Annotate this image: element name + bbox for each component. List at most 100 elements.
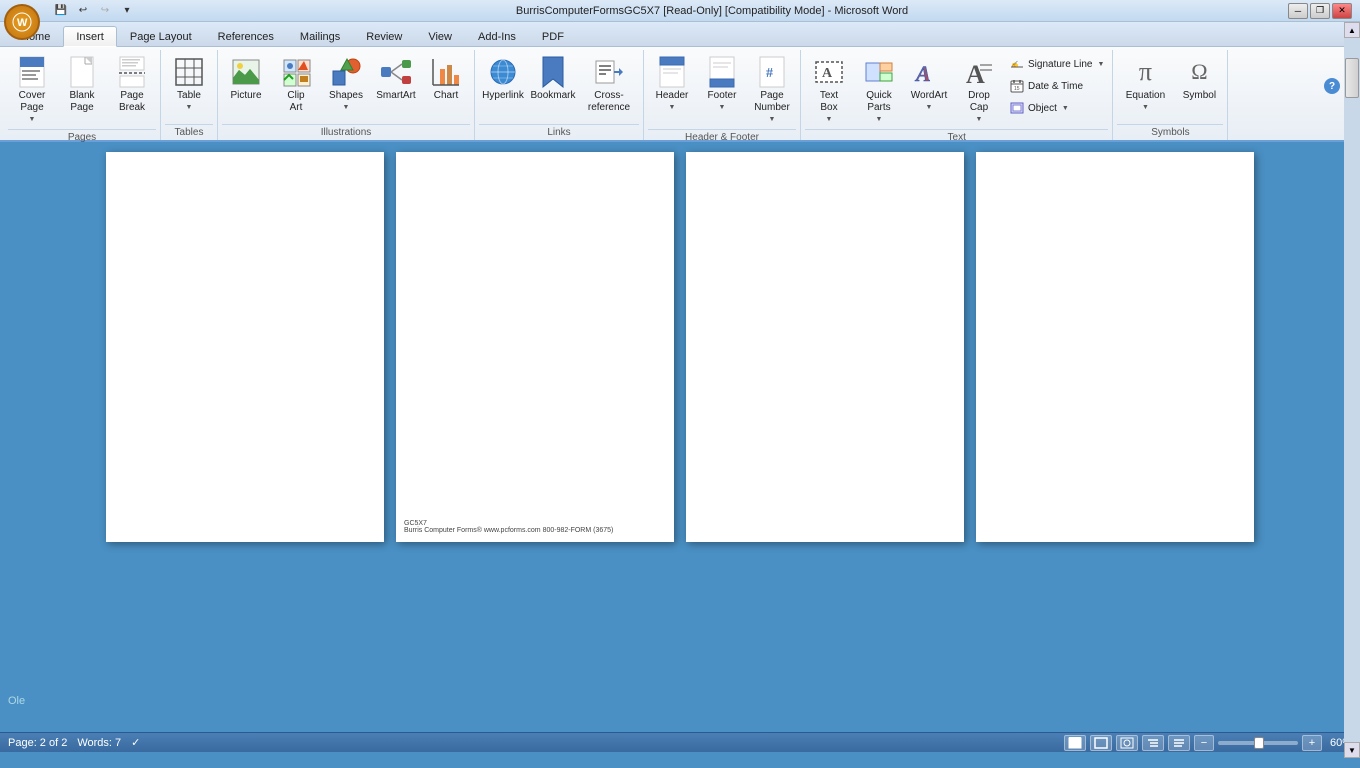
status-right: − + 60%	[1064, 735, 1352, 751]
spell-check-icon[interactable]: ✓	[131, 736, 140, 749]
signature-line-icon: ✍	[1009, 56, 1025, 72]
table-icon	[173, 56, 205, 88]
illustrations-group-label: Illustrations	[222, 124, 470, 140]
cross-reference-label: Cross-reference	[582, 90, 636, 114]
save-quick-btn[interactable]: 💾	[52, 3, 70, 19]
quick-parts-icon	[863, 56, 895, 88]
picture-icon	[230, 56, 262, 88]
equation-icon: π	[1129, 56, 1161, 88]
quick-parts-label: QuickParts	[866, 90, 892, 114]
zoom-slider[interactable]	[1218, 736, 1298, 750]
full-screen-view-button[interactable]	[1090, 735, 1112, 751]
page-footer-info: Burris Computer Forms® www.pcforms.com 8…	[404, 527, 613, 534]
cross-reference-icon	[593, 56, 625, 88]
symbols-group: π Equation ▼ Ω Symbol Symbols	[1113, 50, 1228, 140]
chart-button[interactable]: Chart	[422, 52, 470, 120]
text-box-button[interactable]: A TextBox ▼	[805, 52, 853, 127]
wordart-button[interactable]: A WordArt ▼	[905, 52, 953, 120]
cross-reference-button[interactable]: Cross-reference	[579, 52, 639, 120]
drop-cap-arrow: ▼	[976, 116, 983, 123]
table-button[interactable]: Table ▼	[165, 52, 213, 120]
symbols-group-label: Symbols	[1117, 124, 1223, 140]
page-4	[976, 152, 1254, 542]
scroll-thumb[interactable]	[1345, 58, 1359, 98]
cover-page-icon	[16, 56, 48, 88]
draft-view-button[interactable]	[1168, 735, 1190, 751]
status-left: Page: 2 of 2 Words: 7 ✓	[8, 736, 140, 749]
customize-quick-btn[interactable]: ▾	[118, 3, 136, 19]
page-break-button[interactable]: PageBreak	[108, 52, 156, 120]
print-layout-view-button[interactable]	[1064, 735, 1086, 751]
tab-pdf[interactable]: PDF	[529, 26, 577, 46]
cover-page-button[interactable]: CoverPage ▼	[8, 52, 56, 127]
table-arrow: ▼	[186, 104, 193, 111]
text-group: A TextBox ▼ QuickParts ▼	[801, 50, 1113, 140]
clip-art-label: ClipArt	[287, 90, 304, 114]
scroll-down-button[interactable]: ▼	[1344, 742, 1360, 758]
shapes-button[interactable]: Shapes ▼	[322, 52, 370, 120]
clip-art-button[interactable]: ClipArt	[272, 52, 320, 120]
page-1	[106, 152, 384, 542]
tab-review[interactable]: Review	[353, 26, 415, 46]
equation-button[interactable]: π Equation ▼	[1117, 52, 1173, 120]
smartart-button[interactable]: SmartArt	[372, 52, 420, 120]
picture-button[interactable]: Picture	[222, 52, 270, 120]
zoom-in-button[interactable]: +	[1302, 735, 1322, 751]
svg-text:A: A	[914, 61, 931, 86]
close-button[interactable]: ✕	[1332, 3, 1352, 19]
document-area: GC5X7 Burris Computer Forms® www.pcforms…	[0, 142, 1360, 732]
header-footer-group: Header ▼ Footer ▼	[644, 50, 801, 140]
ribbon: CoverPage ▼ BlankPage	[0, 47, 1360, 142]
window-controls: ─ ❐ ✕	[1288, 3, 1352, 19]
bookmark-label: Bookmark	[531, 90, 576, 102]
signature-line-button[interactable]: ✍ Signature Line ▼	[1005, 54, 1108, 74]
scroll-up-button[interactable]: ▲	[1344, 22, 1360, 38]
drop-cap-button[interactable]: A DropCap ▼	[955, 52, 1003, 127]
restore-button[interactable]: ❐	[1310, 3, 1330, 19]
blank-page-button[interactable]: BlankPage	[58, 52, 106, 120]
tab-addins[interactable]: Add-Ins	[465, 26, 529, 46]
page-3	[686, 152, 964, 542]
tab-view[interactable]: View	[415, 26, 465, 46]
outline-view-button[interactable]	[1142, 735, 1164, 751]
tab-mailings[interactable]: Mailings	[287, 26, 353, 46]
scroll-track[interactable]	[1344, 38, 1360, 742]
hyperlink-button[interactable]: Hyperlink	[479, 52, 527, 120]
zoom-thumb[interactable]	[1254, 737, 1264, 749]
object-button[interactable]: Object ▼	[1005, 98, 1108, 118]
redo-quick-btn[interactable]: ↪	[96, 3, 114, 19]
bookmark-button[interactable]: Bookmark	[529, 52, 577, 120]
web-layout-view-button[interactable]	[1116, 735, 1138, 751]
tab-references[interactable]: References	[205, 26, 287, 46]
quick-parts-button[interactable]: QuickParts ▼	[855, 52, 903, 127]
footer-button[interactable]: Footer ▼	[698, 52, 746, 120]
illustrations-group: Picture ClipArt	[218, 50, 475, 140]
symbol-button[interactable]: Ω Symbol	[1175, 52, 1223, 120]
help-icon[interactable]: ?	[1324, 78, 1340, 94]
page-break-label: PageBreak	[119, 90, 145, 114]
wordart-icon: A	[913, 56, 945, 88]
quick-parts-arrow: ▼	[876, 116, 883, 123]
minimize-button[interactable]: ─	[1288, 3, 1308, 19]
status-bar: Page: 2 of 2 Words: 7 ✓	[0, 732, 1360, 752]
date-time-icon: 15	[1009, 78, 1025, 94]
tab-page-layout[interactable]: Page Layout	[117, 26, 205, 46]
wordart-arrow: ▼	[926, 104, 933, 111]
vertical-scrollbar[interactable]: ▲ ▼	[1344, 22, 1360, 758]
page-2: GC5X7 Burris Computer Forms® www.pcforms…	[396, 152, 674, 542]
undo-quick-btn[interactable]: ↩	[74, 3, 92, 19]
object-label: Object	[1028, 103, 1057, 114]
office-button[interactable]: W	[4, 4, 40, 40]
links-group: Hyperlink Bookmark	[475, 50, 644, 140]
tab-insert[interactable]: Insert	[63, 26, 117, 47]
page-number-button[interactable]: # PageNumber ▼	[748, 52, 796, 127]
zoom-out-button[interactable]: −	[1194, 735, 1214, 751]
svg-text:15: 15	[1014, 86, 1020, 92]
header-label: Header	[656, 90, 689, 102]
window-title: BurrisComputerFormsGC5X7 [Read-Only] [Co…	[136, 5, 1288, 17]
chart-label: Chart	[434, 90, 458, 102]
date-time-button[interactable]: 15 Date & Time	[1005, 76, 1108, 96]
svg-text:W: W	[17, 17, 28, 29]
header-button[interactable]: Header ▼	[648, 52, 696, 120]
page-number-label: PageNumber	[754, 90, 790, 114]
